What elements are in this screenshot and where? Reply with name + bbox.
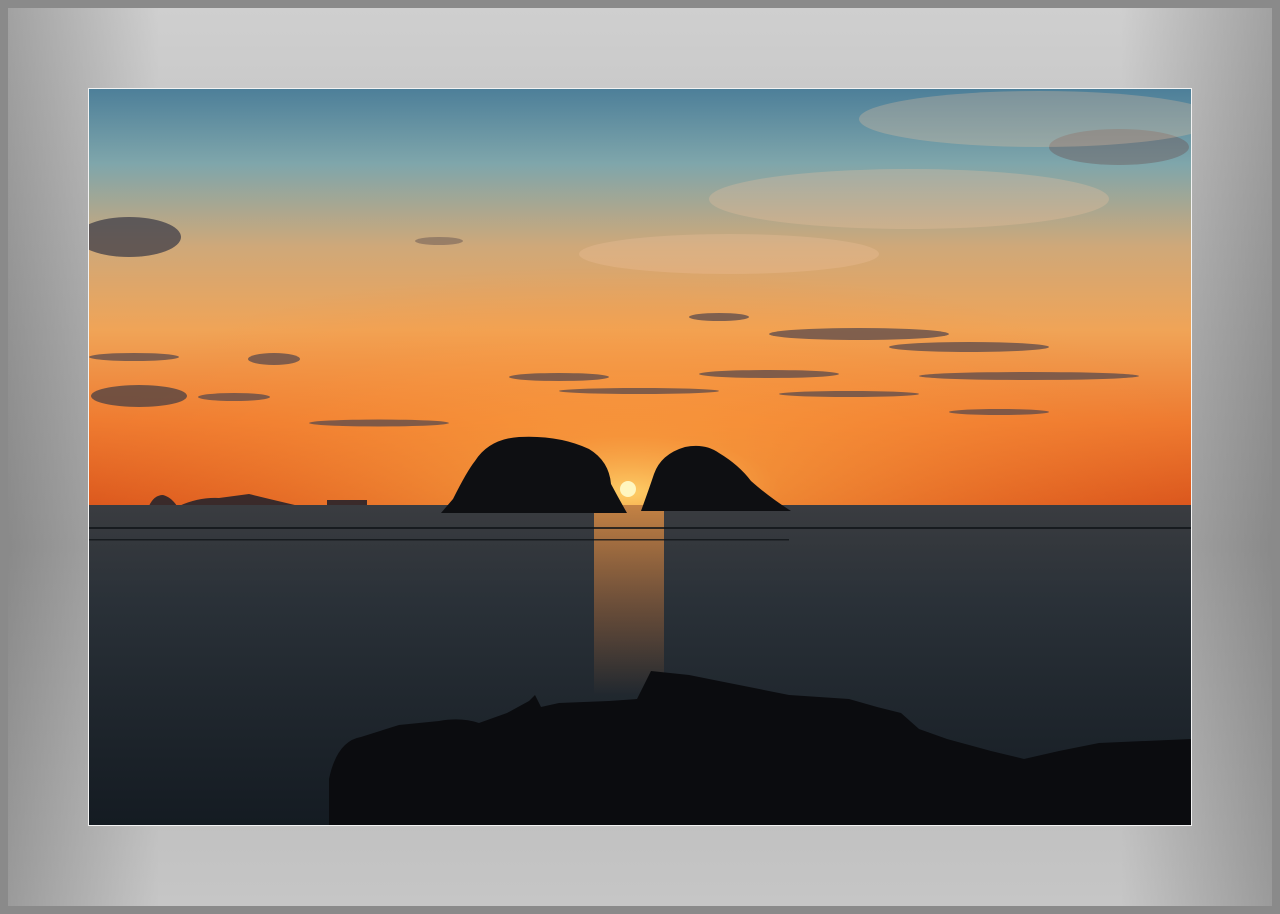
sunset-photo: [89, 89, 1191, 825]
sun-reflection: [594, 505, 664, 695]
sun-glow: [89, 89, 1191, 505]
sun: [620, 481, 636, 497]
photo: [88, 88, 1192, 826]
